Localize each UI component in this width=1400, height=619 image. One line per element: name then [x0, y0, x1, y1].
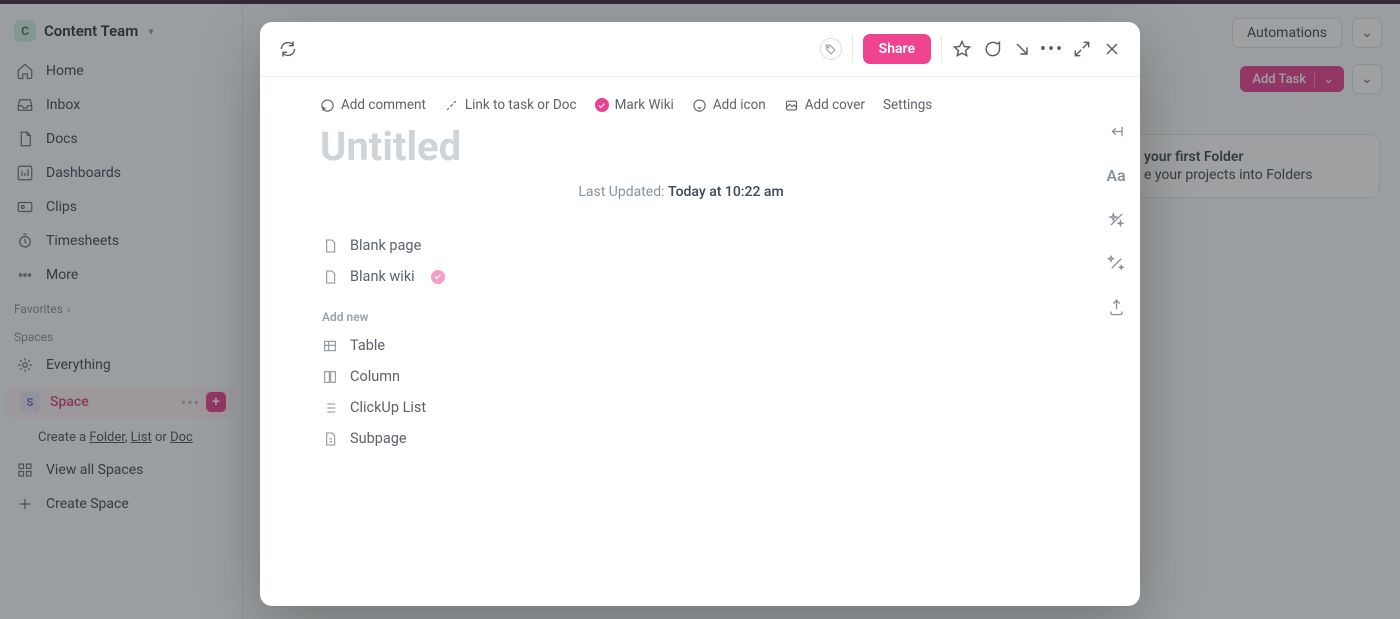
comment-icon[interactable]	[982, 39, 1002, 59]
template-blank-page[interactable]: Blank page	[320, 230, 1042, 261]
add-icon-action[interactable]: Add icon	[692, 97, 766, 113]
divider	[852, 36, 853, 62]
action-label: Add comment	[341, 97, 426, 113]
mark-wiki-action[interactable]: Mark Wiki	[595, 97, 674, 113]
wiki-badge-icon	[595, 98, 609, 112]
template-blank-wiki[interactable]: Blank wiki	[320, 261, 1042, 292]
action-label: Add icon	[713, 97, 766, 113]
action-label: Link to task or Doc	[465, 97, 577, 113]
ai-icon[interactable]	[1106, 209, 1126, 229]
close-icon[interactable]	[1102, 39, 1122, 59]
download-icon[interactable]	[1012, 39, 1032, 59]
action-label: Mark Wiki	[615, 97, 674, 113]
addnew-table[interactable]: Table	[320, 330, 1042, 361]
add-comment-action[interactable]: Add comment	[320, 97, 426, 113]
action-label: Add cover	[805, 97, 865, 113]
add-cover-action[interactable]: Add cover	[784, 97, 865, 113]
more-icon[interactable]: •••	[1042, 39, 1062, 59]
add-new-label: Add new	[322, 310, 1042, 324]
modal-overlay: Share ••• Add comment Link to task or Do…	[0, 0, 1400, 619]
template-label: Blank page	[350, 237, 421, 254]
template-label: Blank wiki	[350, 268, 415, 285]
link-task-action[interactable]: Link to task or Doc	[444, 97, 577, 113]
template-label: Subpage	[350, 430, 407, 447]
doc-modal: Share ••• Add comment Link to task or Do…	[260, 22, 1140, 606]
last-updated-value: Today at 10:22 am	[668, 184, 784, 200]
share-button[interactable]: Share	[863, 34, 931, 64]
divider	[941, 36, 942, 62]
doc-title-input[interactable]: Untitled	[320, 123, 1042, 170]
addnew-column[interactable]: Column	[320, 361, 1042, 392]
action-label: Settings	[883, 97, 932, 113]
magic-wand-icon[interactable]	[1106, 253, 1126, 273]
last-updated: Last Updated: Today at 10:22 am	[320, 184, 1042, 200]
typography-icon[interactable]: Aa	[1106, 165, 1126, 185]
addnew-clickup-list[interactable]: ClickUp List	[320, 392, 1042, 423]
collapse-icon[interactable]	[1106, 121, 1126, 141]
template-label: Table	[350, 337, 385, 354]
tag-icon[interactable]	[820, 38, 842, 60]
addnew-subpage[interactable]: Subpage	[320, 423, 1042, 454]
template-label: ClickUp List	[350, 399, 426, 416]
template-label: Column	[350, 368, 400, 385]
settings-action[interactable]: Settings	[883, 97, 932, 113]
expand-icon[interactable]	[1072, 39, 1092, 59]
last-updated-label: Last Updated:	[578, 184, 664, 200]
star-icon[interactable]	[952, 39, 972, 59]
wiki-check-icon	[431, 270, 445, 284]
export-icon[interactable]	[1106, 297, 1126, 317]
refresh-icon[interactable]	[278, 39, 298, 59]
